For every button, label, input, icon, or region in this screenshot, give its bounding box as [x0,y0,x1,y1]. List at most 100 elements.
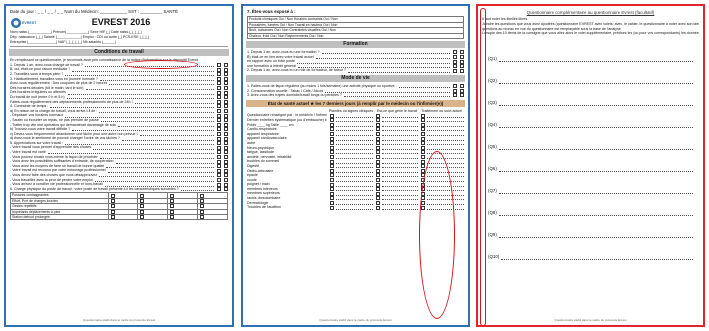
checkbox[interactable] [110,193,115,198]
checkbox[interactable] [224,173,228,178]
checkbox[interactable] [224,122,228,127]
checkbox[interactable] [217,177,221,182]
checkbox[interactable] [421,136,426,141]
checkbox[interactable] [375,164,380,169]
checkbox[interactable] [217,164,221,169]
checkbox[interactable] [375,141,380,146]
checkbox[interactable] [217,86,221,91]
checkbox[interactable] [375,205,380,210]
checkbox[interactable] [330,173,334,178]
checkbox[interactable] [140,210,145,214]
answer-line[interactable] [498,190,693,194]
checkbox[interactable] [110,215,115,219]
checkbox[interactable] [217,67,221,72]
checkbox[interactable] [460,64,464,69]
checkbox[interactable] [375,168,380,173]
checkbox[interactable] [217,72,221,77]
checkbox[interactable] [224,99,228,104]
checkbox[interactable] [421,164,426,169]
checkbox[interactable] [224,127,228,132]
checkbox[interactable] [421,132,426,137]
checkbox[interactable] [217,113,221,118]
checkbox[interactable] [330,127,334,132]
checkbox[interactable] [217,141,221,146]
checkbox[interactable] [453,59,457,64]
answer-line[interactable] [498,102,693,106]
checkbox[interactable] [217,76,221,81]
checkbox[interactable] [460,68,464,73]
checkbox[interactable] [140,199,145,203]
checkbox[interactable] [217,127,221,132]
checkbox[interactable] [375,127,380,132]
checkbox[interactable] [375,177,380,182]
checkbox[interactable] [330,122,334,127]
checkbox[interactable] [453,93,457,98]
checkbox[interactable] [217,168,221,173]
checkbox[interactable] [330,191,334,196]
checkbox[interactable] [140,204,145,209]
checkbox[interactable] [375,145,380,150]
checkbox[interactable] [421,122,426,127]
checkbox[interactable] [224,177,228,182]
checkbox[interactable] [217,95,221,100]
checkbox[interactable] [224,141,228,146]
checkbox[interactable] [217,182,221,187]
checkbox[interactable] [200,193,205,198]
checkbox[interactable] [421,127,426,132]
checkbox[interactable] [375,113,380,118]
answer-line[interactable] [498,58,693,62]
checkbox[interactable] [330,187,334,192]
checkbox[interactable] [375,173,380,178]
checkbox[interactable] [217,104,221,109]
checkbox[interactable] [375,122,380,127]
checkbox[interactable] [330,164,334,169]
checkbox[interactable] [421,155,426,160]
checkbox[interactable] [110,204,115,209]
checkbox[interactable] [224,95,228,100]
checkbox[interactable] [217,145,221,150]
checkbox[interactable] [200,204,205,209]
answer-line[interactable] [498,124,693,128]
checkbox[interactable] [453,84,457,89]
checkbox[interactable] [330,132,334,137]
checkbox[interactable] [224,76,228,81]
checkbox[interactable] [200,210,205,214]
checkbox[interactable] [460,88,464,93]
checkbox[interactable] [375,200,380,205]
checkbox[interactable] [330,200,334,205]
checkbox[interactable] [224,72,228,77]
checkbox[interactable] [375,132,380,137]
checkbox[interactable] [330,155,334,160]
checkbox[interactable] [224,187,228,192]
checkbox[interactable] [460,93,464,98]
checkbox[interactable] [460,84,464,89]
checkbox[interactable] [330,150,334,155]
checkbox[interactable] [375,136,380,141]
checkbox[interactable] [453,50,457,55]
answer-line[interactable] [498,146,693,150]
checkbox[interactable] [330,205,334,210]
checkbox[interactable] [330,159,334,164]
checkbox[interactable] [224,81,228,86]
answer-line[interactable] [498,212,693,216]
answer-line[interactable] [498,234,693,238]
checkbox[interactable] [460,50,464,55]
checkbox[interactable] [170,210,175,214]
checkbox[interactable] [375,155,380,160]
checkbox[interactable] [224,63,228,68]
checkbox[interactable] [330,182,334,187]
checkbox[interactable] [330,118,334,123]
checkbox[interactable] [217,122,221,127]
checkbox[interactable] [170,199,175,203]
checkbox[interactable] [421,113,426,118]
checkbox[interactable] [330,168,334,173]
checkbox[interactable] [460,59,464,64]
checkbox[interactable] [110,199,115,203]
checkbox[interactable] [217,99,221,104]
checkbox[interactable] [421,141,426,146]
checkbox[interactable] [217,159,221,164]
checkbox[interactable] [375,150,380,155]
checkbox[interactable] [375,182,380,187]
checkbox[interactable] [375,159,380,164]
checkbox[interactable] [217,150,221,155]
